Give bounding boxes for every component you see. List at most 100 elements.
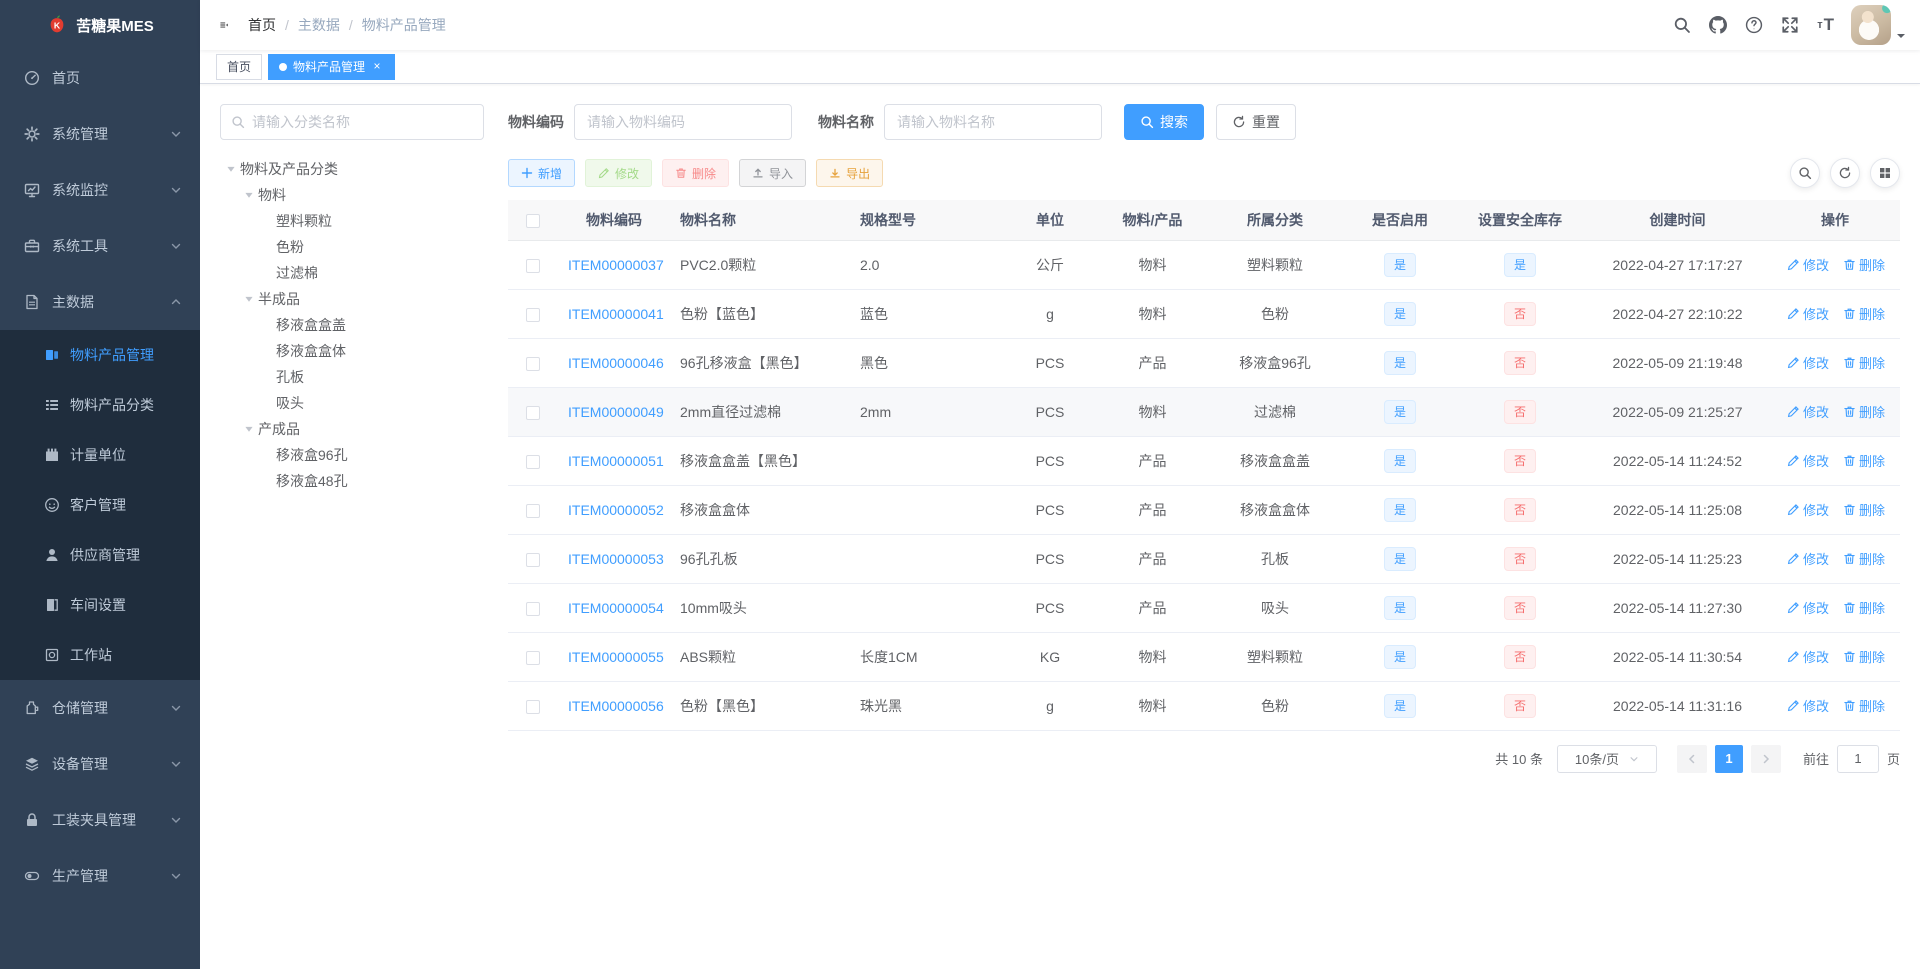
tree-node[interactable]: 色粉 bbox=[220, 234, 484, 260]
row-checkbox[interactable] bbox=[526, 650, 540, 665]
help-icon[interactable] bbox=[1745, 16, 1763, 34]
item-code-link[interactable]: ITEM00000052 bbox=[568, 502, 664, 518]
search-button[interactable]: 搜索 bbox=[1124, 104, 1204, 140]
sidebar-subitem-measure-unit[interactable]: 计量单位 bbox=[0, 430, 200, 480]
tab-home[interactable]: 首页 bbox=[216, 53, 263, 80]
user-menu[interactable] bbox=[1851, 5, 1906, 45]
edit-link[interactable]: 修改 bbox=[1787, 255, 1829, 274]
select-all-checkbox[interactable] bbox=[526, 213, 540, 228]
item-code-link[interactable]: ITEM00000046 bbox=[568, 355, 664, 371]
tree-node[interactable]: 移液盒盒盖 bbox=[220, 312, 484, 338]
delete-link[interactable]: 删除 bbox=[1843, 647, 1885, 666]
delete-link[interactable]: 删除 bbox=[1843, 598, 1885, 617]
sidebar-subitem-customer-mgmt[interactable]: 客户管理 bbox=[0, 480, 200, 530]
category-search-input[interactable] bbox=[252, 114, 473, 130]
breadcrumb-home[interactable]: 首页 bbox=[248, 15, 276, 35]
tree-node[interactable]: 物料 bbox=[220, 182, 484, 208]
sidebar-item-warehouse-mgmt[interactable]: 仓储管理 bbox=[0, 680, 200, 736]
sidebar-subitem-workstation[interactable]: 工作站 bbox=[0, 630, 200, 680]
edit-link[interactable]: 修改 bbox=[1787, 353, 1829, 372]
export-button[interactable]: 导出 bbox=[816, 159, 884, 187]
sidebar-item-production-mgmt[interactable]: 生产管理 bbox=[0, 848, 200, 904]
avatar[interactable] bbox=[1851, 5, 1891, 45]
tree-node[interactable]: 过滤棉 bbox=[220, 260, 484, 286]
sidebar-subitem-material-product-category[interactable]: 物料产品分类 bbox=[0, 380, 200, 430]
delete-link[interactable]: 删除 bbox=[1843, 696, 1885, 715]
sidebar-item-system-mgmt[interactable]: 系统管理 bbox=[0, 106, 200, 162]
goto-page-input[interactable] bbox=[1836, 744, 1879, 773]
search-icon[interactable] bbox=[1673, 16, 1691, 34]
fullscreen-icon[interactable] bbox=[1781, 16, 1799, 34]
edit-button[interactable]: 修改 bbox=[585, 159, 653, 187]
delete-link[interactable]: 删除 bbox=[1843, 353, 1885, 372]
item-code-link[interactable]: ITEM00000051 bbox=[568, 453, 664, 469]
edit-link[interactable]: 修改 bbox=[1787, 500, 1829, 519]
sidebar-item-home[interactable]: 首页 bbox=[0, 50, 200, 106]
sidebar-item-fixture-mgmt[interactable]: 工装夹具管理 bbox=[0, 792, 200, 848]
edit-link[interactable]: 修改 bbox=[1787, 647, 1829, 666]
edit-link[interactable]: 修改 bbox=[1787, 451, 1829, 470]
toggle-search-button[interactable] bbox=[1790, 158, 1820, 188]
refresh-table-button[interactable] bbox=[1830, 158, 1860, 188]
tree-node[interactable]: 移液盒48孔 bbox=[220, 468, 484, 494]
delete-link[interactable]: 删除 bbox=[1843, 549, 1885, 568]
item-code-link[interactable]: ITEM00000056 bbox=[568, 698, 664, 714]
row-checkbox[interactable] bbox=[526, 405, 540, 420]
sidebar-subitem-workshop-settings[interactable]: 车间设置 bbox=[0, 580, 200, 630]
item-code-link[interactable]: ITEM00000055 bbox=[568, 649, 664, 665]
row-checkbox[interactable] bbox=[526, 356, 540, 371]
material-name-input[interactable] bbox=[884, 104, 1102, 140]
sidebar-item-system-monitor[interactable]: 系统监控 bbox=[0, 162, 200, 218]
tab-material-product-mgmt[interactable]: 物料产品管理 × bbox=[268, 53, 396, 80]
delete-link[interactable]: 删除 bbox=[1843, 304, 1885, 323]
sidebar-item-master-data[interactable]: 主数据 bbox=[0, 274, 200, 330]
item-code-link[interactable]: ITEM00000054 bbox=[568, 600, 664, 616]
row-checkbox[interactable] bbox=[526, 258, 540, 273]
row-checkbox[interactable] bbox=[526, 601, 540, 616]
next-page-button[interactable] bbox=[1750, 744, 1781, 773]
sidebar-subitem-material-product-mgmt[interactable]: 物料产品管理 bbox=[0, 330, 200, 380]
edit-link[interactable]: 修改 bbox=[1787, 304, 1829, 323]
row-checkbox[interactable] bbox=[526, 699, 540, 714]
tree-node[interactable]: 塑料颗粒 bbox=[220, 208, 484, 234]
sidebar-item-equipment-mgmt[interactable]: 设备管理 bbox=[0, 736, 200, 792]
tree-node[interactable]: 移液盒96孔 bbox=[220, 442, 484, 468]
sidebar-item-system-tools[interactable]: 系统工具 bbox=[0, 218, 200, 274]
item-code-link[interactable]: ITEM00000053 bbox=[568, 551, 664, 567]
font-size-icon[interactable]: тT bbox=[1808, 0, 1843, 50]
github-icon[interactable] bbox=[1709, 16, 1728, 34]
delete-link[interactable]: 删除 bbox=[1843, 402, 1885, 421]
edit-link[interactable]: 修改 bbox=[1787, 696, 1829, 715]
delete-link[interactable]: 删除 bbox=[1843, 255, 1885, 274]
delete-link[interactable]: 删除 bbox=[1843, 451, 1885, 470]
import-button[interactable]: 导入 bbox=[739, 159, 807, 187]
row-checkbox[interactable] bbox=[526, 503, 540, 518]
tree-node[interactable]: 半成品 bbox=[220, 286, 484, 312]
item-code-link[interactable]: ITEM00000037 bbox=[568, 257, 664, 273]
edit-link[interactable]: 修改 bbox=[1787, 549, 1829, 568]
material-code-input[interactable] bbox=[574, 104, 792, 140]
tree-node[interactable]: 孔板 bbox=[220, 364, 484, 390]
tree-node[interactable]: 产成品 bbox=[220, 416, 484, 442]
row-checkbox[interactable] bbox=[526, 454, 540, 469]
tree-node[interactable]: 吸头 bbox=[220, 390, 484, 416]
prev-page-button[interactable] bbox=[1676, 744, 1707, 773]
item-code-link[interactable]: ITEM00000041 bbox=[568, 306, 664, 322]
edit-link[interactable]: 修改 bbox=[1787, 598, 1829, 617]
tree-node[interactable]: 移液盒盒体 bbox=[220, 338, 484, 364]
sidebar-subitem-supplier-mgmt[interactable]: 供应商管理 bbox=[0, 530, 200, 580]
tree-node[interactable]: 物料及产品分类 bbox=[220, 156, 484, 182]
column-settings-button[interactable] bbox=[1870, 158, 1900, 188]
item-code-link[interactable]: ITEM00000049 bbox=[568, 404, 664, 420]
row-checkbox[interactable] bbox=[526, 552, 540, 567]
page-number-1[interactable]: 1 bbox=[1714, 744, 1743, 773]
page-size-select[interactable]: 10条/页 bbox=[1556, 744, 1657, 773]
row-checkbox[interactable] bbox=[526, 307, 540, 322]
edit-link[interactable]: 修改 bbox=[1787, 402, 1829, 421]
add-button[interactable]: 新增 bbox=[508, 159, 576, 187]
close-tab-icon[interactable]: × bbox=[370, 59, 384, 74]
delete-button[interactable]: 删除 bbox=[662, 159, 730, 187]
reset-button[interactable]: 重置 bbox=[1216, 104, 1296, 140]
hamburger-icon[interactable] bbox=[214, 15, 234, 35]
delete-link[interactable]: 删除 bbox=[1843, 500, 1885, 519]
